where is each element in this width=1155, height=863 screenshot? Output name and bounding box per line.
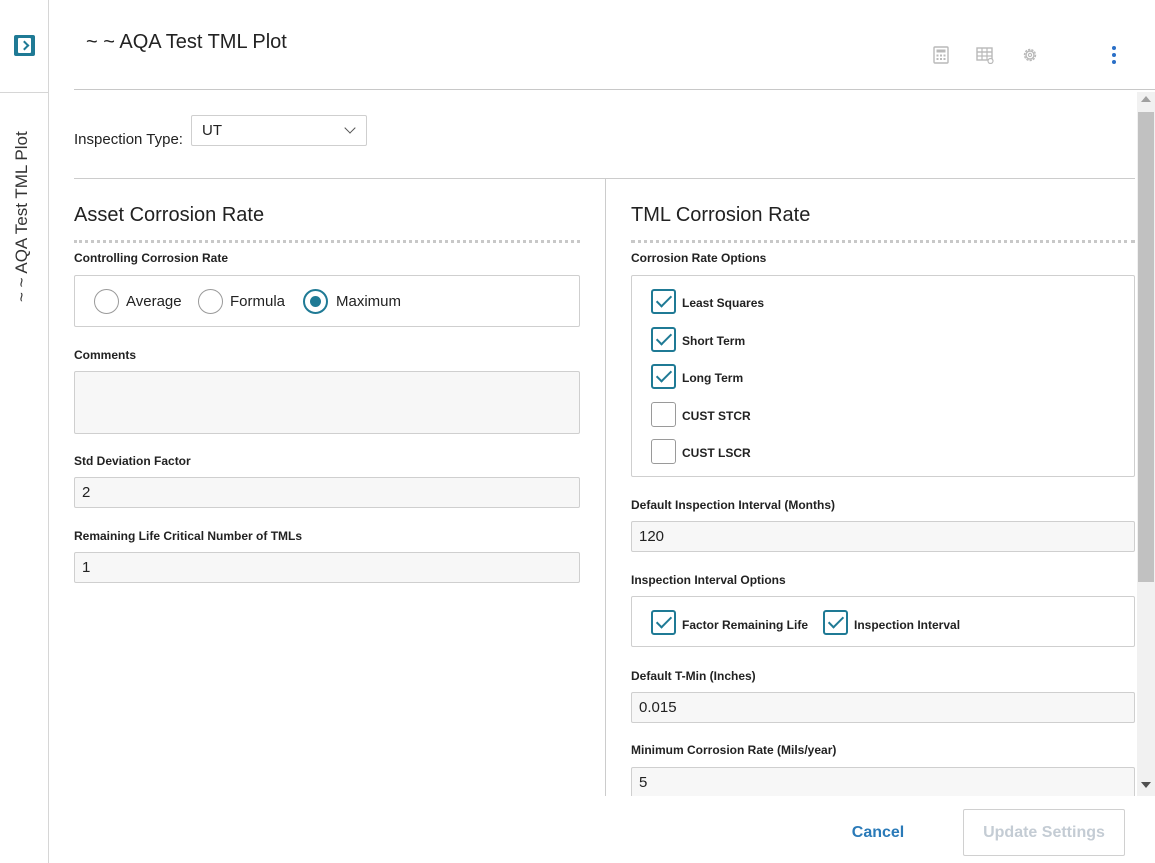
controlling-rate-label: Controlling Corrosion Rate: [74, 251, 228, 265]
tmin-input[interactable]: 0.015: [631, 692, 1135, 723]
scrollbar-thumb[interactable]: [1138, 112, 1154, 582]
radio-maximum-label[interactable]: Maximum: [336, 293, 401, 310]
checkbox-short-term[interactable]: [651, 327, 676, 352]
short-term-label[interactable]: Short Term: [682, 334, 745, 348]
comments-label: Comments: [74, 348, 137, 362]
settings-form: Inspection Type: UT Asset Corrosion Rate…: [74, 90, 1155, 796]
default-interval-input[interactable]: 120: [631, 521, 1135, 552]
least-squares-label[interactable]: Least Squares: [682, 296, 764, 310]
std-deviation-value: 2: [82, 484, 91, 501]
checkbox-long-term[interactable]: [651, 364, 676, 389]
scroll-down-arrow-icon[interactable]: [1141, 782, 1151, 788]
min-rate-value: 5: [639, 774, 648, 791]
remaining-life-label: Remaining Life Critical Number of TMLs: [74, 529, 303, 543]
remaining-life-input[interactable]: 1: [74, 552, 580, 583]
long-term-label[interactable]: Long Term: [682, 371, 743, 385]
controlling-rate-group: Average Formula Maximum: [74, 275, 580, 327]
page-title: ~ ~ AQA Test TML Plot: [86, 31, 287, 53]
radio-average[interactable]: [94, 289, 119, 314]
interval-options-label: Inspection Interval Options: [631, 573, 786, 587]
gear-icon[interactable]: [1021, 46, 1039, 64]
radio-average-label[interactable]: Average: [126, 293, 182, 310]
interval-options-group: Factor Remaining Life Inspection Interva…: [631, 596, 1135, 647]
checkbox-factor-remaining-life[interactable]: [651, 610, 676, 635]
checkbox-cust-lscr[interactable]: [651, 439, 676, 464]
default-interval-value: 120: [639, 528, 665, 545]
expand-panel-icon[interactable]: [14, 35, 35, 56]
comments-textarea[interactable]: [74, 371, 580, 434]
update-settings-button[interactable]: Update Settings: [963, 809, 1125, 856]
chevron-down-icon: [344, 122, 356, 134]
radio-formula[interactable]: [198, 289, 223, 314]
remaining-life-value: 1: [82, 559, 91, 576]
scroll-up-arrow-icon[interactable]: [1141, 96, 1151, 102]
inspection-type-value: UT: [202, 122, 222, 139]
rail-divider: [0, 92, 48, 93]
std-deviation-label: Std Deviation Factor: [74, 454, 191, 468]
asset-corrosion-title: Asset Corrosion Rate: [74, 204, 265, 226]
default-interval-label: Default Inspection Interval (Months): [631, 498, 836, 512]
tml-corrosion-title: TML Corrosion Rate: [631, 204, 811, 226]
inspection-type-label: Inspection Type:: [74, 131, 183, 148]
rail-title[interactable]: ~ ~ AQA Test TML Plot: [10, 118, 34, 308]
factor-remaining-life-label[interactable]: Factor Remaining Life: [682, 618, 808, 632]
more-vertical-icon[interactable]: [1110, 46, 1118, 66]
inspection-type-select[interactable]: UT: [191, 115, 367, 146]
radio-maximum[interactable]: [303, 289, 328, 314]
calculator-icon[interactable]: [932, 46, 950, 64]
column-divider: [605, 179, 606, 796]
corrosion-options-group: Least Squares Short Term Long Term CUST …: [631, 275, 1135, 477]
tmin-value: 0.015: [639, 699, 677, 716]
checkbox-inspection-interval[interactable]: [823, 610, 848, 635]
tmin-label: Default T-Min (Inches): [631, 669, 756, 683]
corrosion-options-label: Corrosion Rate Options: [631, 251, 767, 265]
cust-lscr-label[interactable]: CUST LSCR: [682, 446, 751, 460]
std-deviation-input[interactable]: 2: [74, 477, 580, 508]
cancel-button[interactable]: Cancel: [840, 820, 916, 846]
radio-formula-label[interactable]: Formula: [230, 293, 285, 310]
inspection-interval-label[interactable]: Inspection Interval: [854, 618, 960, 632]
asset-title-underline: [74, 240, 580, 243]
side-rail: ~ ~ AQA Test TML Plot: [0, 0, 49, 863]
checkbox-cust-stcr[interactable]: [651, 402, 676, 427]
min-rate-input[interactable]: 5: [631, 767, 1135, 796]
min-rate-label: Minimum Corrosion Rate (Mils/year): [631, 743, 837, 757]
table-settings-icon[interactable]: [976, 46, 994, 64]
cust-stcr-label[interactable]: CUST STCR: [682, 409, 751, 423]
tml-title-underline: [631, 240, 1135, 243]
checkbox-least-squares[interactable]: [651, 289, 676, 314]
